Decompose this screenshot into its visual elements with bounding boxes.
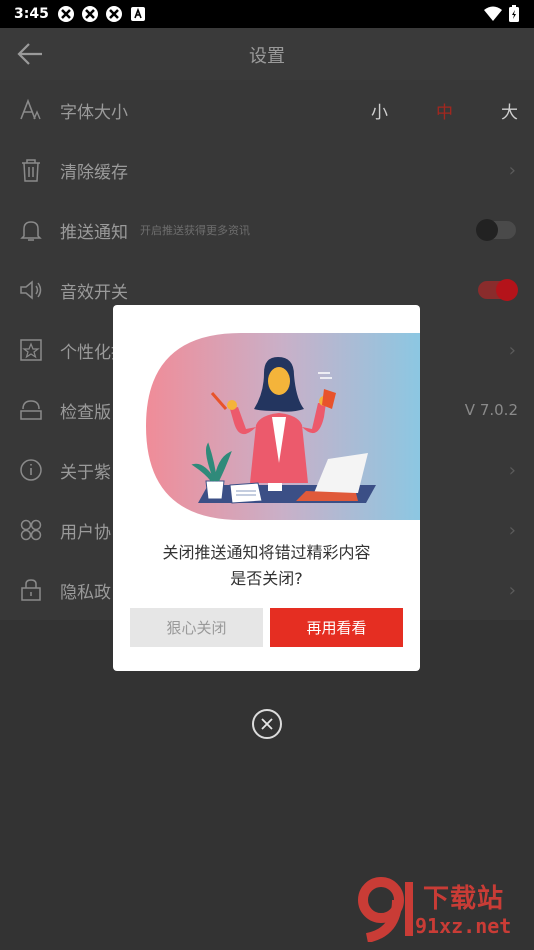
settings-item-label: 关于紫 [60,462,111,483]
star-box-icon [20,339,42,361]
grid-icon [20,519,42,541]
settings-item-label: 隐私政 [60,582,111,603]
sound-toggle[interactable] [478,279,518,301]
chevron-right-icon: › [508,579,516,601]
dialog-message-line1: 关闭推送通知将错过精彩内容 [162,543,371,562]
chevron-right-icon: › [508,519,516,541]
lock-icon [21,579,41,601]
font-a-icon [130,7,145,21]
chevron-right-icon: › [508,159,516,181]
toggle-knob [476,219,498,241]
font-size-medium[interactable]: 中 [436,98,453,123]
font-size-small[interactable]: 小 [371,98,388,123]
update-icon [20,400,42,420]
trash-icon [22,159,40,182]
settings-item-push: 推送通知 开启推送获得更多资讯 [0,200,534,260]
watermark: 下载站 91xz.net [353,876,528,946]
bell-icon [20,221,42,241]
push-disable-dialog: 关闭推送通知将错过精彩内容 是否关闭? 狠心关闭 再用看看 [113,305,420,671]
battery-icon [509,5,519,22]
dialog-message-line2: 是否关闭? [230,569,303,588]
settings-item-font-size: 字体大小 小 中 大 [0,80,534,140]
app-notification-icon [57,6,74,22]
close-icon [261,718,273,730]
status-bar: 3:45 [0,0,534,28]
settings-item-sublabel: 开启推送获得更多资讯 [140,224,250,237]
watermark-brand: 下载站 [423,884,505,914]
speaker-icon [20,280,42,300]
keep-using-button[interactable]: 再用看看 [270,608,403,647]
version-text: V 7.0.2 [464,401,518,419]
wifi-icon [484,6,502,21]
watermark-url: 91xz.net [415,914,512,938]
top-app-bar: 设置 [0,28,534,80]
settings-item-label: 检查版 [60,402,111,423]
app-notification-icon [105,6,122,22]
app-notification-icon [81,6,98,22]
settings-item-label: 推送通知 [60,222,128,243]
info-icon [20,459,42,481]
toggle-knob [496,279,518,301]
settings-item-label: 清除缓存 [60,162,128,183]
settings-item-label: 音效开关 [60,282,128,303]
dialog-message: 关闭推送通知将错过精彩内容 是否关闭? [113,540,420,592]
font-size-icon [20,98,41,120]
chevron-right-icon: › [508,339,516,361]
settings-item-label: 用户协 [60,522,111,543]
watermark-logo-icon [358,877,413,942]
chevron-right-icon: › [508,459,516,481]
page-title: 设置 [249,46,285,67]
settings-item-clear-cache[interactable]: 清除缓存 › [0,140,534,200]
settings-item-label: 字体大小 [60,102,128,123]
dialog-illustration [146,333,420,520]
font-size-options: 小 中 大 [371,98,518,123]
dialog-close-button[interactable] [252,709,282,739]
push-toggle[interactable] [476,219,516,241]
font-size-large[interactable]: 大 [501,98,518,123]
status-time: 3:45 [14,6,49,22]
close-anyway-button[interactable]: 狠心关闭 [130,608,263,647]
